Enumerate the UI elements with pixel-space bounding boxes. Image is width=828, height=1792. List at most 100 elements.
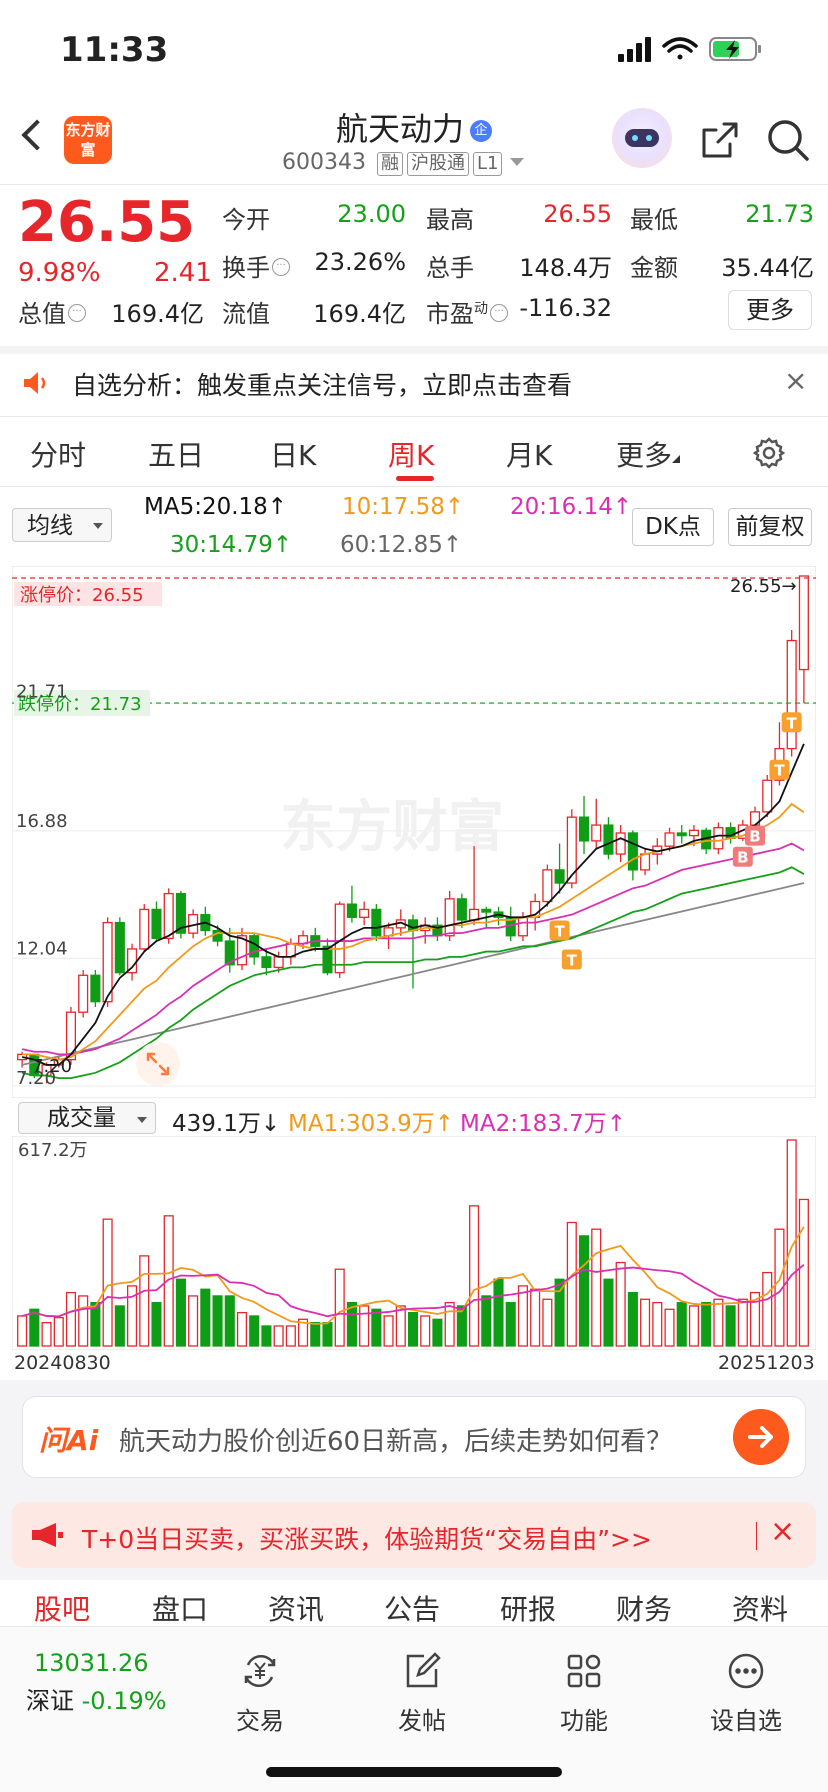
indicator-select[interactable]: 均线 bbox=[12, 508, 112, 542]
marker-text: T bbox=[567, 951, 578, 969]
low-marker: 7.20 bbox=[32, 1056, 72, 1077]
tab-forum[interactable]: 股吧 bbox=[34, 1588, 90, 1628]
tab-profile[interactable]: 资料 bbox=[732, 1588, 788, 1628]
volume-bar bbox=[249, 1315, 260, 1347]
function-button[interactable]: 功能 bbox=[534, 1651, 634, 1736]
candle-body bbox=[713, 827, 724, 850]
tab-finance[interactable]: 财务 bbox=[616, 1588, 672, 1628]
expand-icon-bg bbox=[136, 1042, 180, 1086]
dk-point-button[interactable]: DK点 bbox=[632, 508, 714, 546]
ai-question-box[interactable]: 问Ai 航天动力股价创近60日新高，后续走势如何看？ bbox=[22, 1396, 806, 1478]
index-change: -0.19% bbox=[81, 1687, 167, 1715]
high-value: 26.55 bbox=[543, 200, 612, 228]
index-value: 13031.26 bbox=[34, 1649, 149, 1677]
status-icons bbox=[618, 37, 761, 62]
index-name: 深证 bbox=[26, 1687, 74, 1715]
expand-icon[interactable] bbox=[136, 1042, 180, 1086]
low-label: 最低 bbox=[630, 206, 678, 234]
close-icon[interactable]: × bbox=[784, 364, 807, 397]
volume-bar bbox=[334, 1268, 345, 1347]
tab-five-day[interactable]: 五日 bbox=[148, 434, 204, 474]
b-marker: B bbox=[745, 825, 766, 846]
search-icon[interactable] bbox=[766, 118, 810, 162]
stock-meta[interactable]: 600343 融沪股通 L1 bbox=[282, 150, 525, 176]
t-marker: T bbox=[769, 759, 790, 780]
grid-icon bbox=[567, 1654, 601, 1688]
chevron-down-icon bbox=[137, 1117, 147, 1123]
volume-bar bbox=[432, 1318, 443, 1347]
change-amount: 2.41 bbox=[154, 258, 212, 288]
candle-body bbox=[90, 974, 101, 1003]
chevron-down-icon[interactable] bbox=[510, 158, 525, 166]
volume-chart[interactable]: 617.2万 bbox=[12, 1136, 816, 1350]
candle-body bbox=[359, 908, 370, 918]
tab-monthly-k[interactable]: 月K bbox=[506, 434, 552, 474]
t-marker: T bbox=[561, 949, 582, 970]
candle bbox=[78, 970, 89, 1018]
mktcap-value: 169.4亿 bbox=[111, 300, 204, 328]
status-bar: 11:33 bbox=[0, 0, 828, 96]
tab-weekly-k[interactable]: 周K bbox=[388, 434, 434, 474]
candle-body bbox=[542, 869, 553, 903]
candle-body bbox=[322, 945, 333, 974]
volume-value: 148.4万 bbox=[519, 254, 612, 282]
tab-more[interactable]: 更多 bbox=[616, 434, 681, 474]
more-button[interactable]: 更多 bbox=[728, 290, 812, 330]
marker-text: T bbox=[554, 922, 565, 940]
tag-margin: 融 bbox=[376, 152, 403, 176]
marker-text: T bbox=[787, 714, 798, 732]
candle-body bbox=[615, 832, 626, 855]
change-percent: 9.98% bbox=[18, 258, 101, 288]
candle-body bbox=[163, 892, 174, 940]
trade-button[interactable]: 交易 bbox=[210, 1651, 310, 1736]
candle bbox=[90, 970, 101, 1007]
limit-up-label: 涨停价：26.55 bbox=[20, 585, 144, 606]
promo-text: T+0当日买卖，买涨买跌，体验期货“交易自由”>> bbox=[82, 1525, 652, 1554]
wifi-icon bbox=[662, 37, 698, 60]
volume-bar bbox=[139, 1255, 150, 1347]
share-icon[interactable] bbox=[700, 120, 740, 160]
volume-bar bbox=[603, 1278, 614, 1347]
volume-bar bbox=[481, 1295, 492, 1347]
alert-banner[interactable]: 自选分析：触发重点关注信号，立即点击查看 × bbox=[0, 350, 828, 414]
ai-prompt: 航天动力股价创近60日新高，后续走势如何看？ bbox=[119, 1427, 673, 1457]
bottom-toolbar: 13031.26 深证 -0.19% 交易 发帖 功能 设自选 bbox=[0, 1626, 828, 1792]
volume-bar bbox=[273, 1325, 284, 1347]
period-tabs: 分时 五日 日K 周K 月K 更多 bbox=[0, 420, 828, 486]
volume-bar bbox=[212, 1295, 223, 1347]
ai-robot-icon[interactable] bbox=[612, 108, 672, 168]
index-ticker[interactable]: 13031.26 深证 -0.19% bbox=[26, 1649, 167, 1716]
volume-select[interactable]: 成交量 bbox=[18, 1102, 156, 1134]
divider bbox=[0, 486, 828, 487]
tab-daily-k[interactable]: 日K bbox=[270, 434, 316, 474]
candle-body bbox=[603, 824, 614, 855]
candle-body bbox=[346, 903, 357, 918]
megaphone-icon bbox=[32, 1523, 63, 1547]
tag-connect: 沪股通 bbox=[406, 152, 469, 176]
compose-button[interactable]: 发帖 bbox=[372, 1651, 472, 1736]
volume-bar bbox=[627, 1291, 638, 1347]
pe-value: -116.32 bbox=[519, 294, 612, 322]
kline-chart[interactable]: 东方财富 涨停价：26.55跌停价：21.7316.8812.047.2021.… bbox=[12, 566, 816, 1098]
tab-research[interactable]: 研报 bbox=[500, 1588, 556, 1628]
volume-bar bbox=[542, 1298, 553, 1347]
arrow-right-icon[interactable] bbox=[733, 1409, 789, 1465]
tab-news[interactable]: 资讯 bbox=[268, 1588, 324, 1628]
volume-bar bbox=[530, 1288, 541, 1347]
promo-banner[interactable]: T+0当日买卖，买涨买跌，体验期货“交易自由”>> × bbox=[12, 1502, 816, 1568]
adjust-button[interactable]: 前复权 bbox=[728, 508, 812, 546]
tab-orderbook[interactable]: 盘口 bbox=[152, 1588, 208, 1628]
volume-bar bbox=[261, 1325, 272, 1347]
add-watchlist-button[interactable]: 设自选 bbox=[696, 1651, 796, 1736]
axis-label: 12.04 bbox=[16, 938, 68, 959]
candle-body bbox=[151, 908, 162, 940]
tab-announcements[interactable]: 公告 bbox=[384, 1588, 440, 1628]
volume-ma1: MA1:303.9万↑ bbox=[288, 1111, 455, 1137]
gear-icon[interactable] bbox=[752, 436, 786, 470]
volume-bar bbox=[322, 1321, 333, 1347]
close-icon[interactable]: × bbox=[770, 1514, 795, 1549]
tab-intraday[interactable]: 分时 bbox=[30, 434, 86, 474]
candle-body bbox=[798, 575, 809, 671]
content-tabs: 股吧 盘口 资讯 公告 研报 财务 资料 bbox=[0, 1580, 828, 1628]
ma5-value: MA5:20.18↑ bbox=[144, 494, 288, 520]
